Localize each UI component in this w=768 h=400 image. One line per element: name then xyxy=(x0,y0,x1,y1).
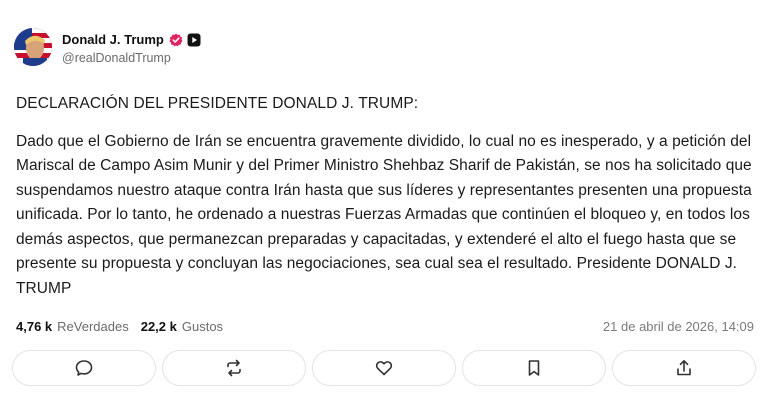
post-header: Donald J. Trump @realDonaldTrump xyxy=(14,26,201,68)
author-identity: Donald J. Trump @realDonaldTrump xyxy=(62,30,201,65)
heart-icon xyxy=(375,361,393,376)
post-body: Dado que el Gobierno de Irán se encuentr… xyxy=(16,132,752,297)
bookmark-button[interactable] xyxy=(462,350,606,386)
post-content: DECLARACIÓN DEL PRESIDENTE DONALD J. TRU… xyxy=(16,92,756,301)
retruth-button[interactable] xyxy=(162,350,306,386)
avatar-image xyxy=(14,28,52,66)
like-button[interactable] xyxy=(312,350,456,386)
share-button[interactable] xyxy=(612,350,756,386)
bookmark-icon xyxy=(528,360,540,376)
retruths-label[interactable]: ReVerdades xyxy=(57,319,129,334)
share-icon xyxy=(677,360,691,376)
author-display-name[interactable]: Donald J. Trump xyxy=(62,32,164,47)
reply-button[interactable] xyxy=(12,350,156,386)
post-timestamp[interactable]: 21 de abril de 2026, 14:09 xyxy=(603,319,754,334)
likes-label[interactable]: Gustos xyxy=(182,319,223,334)
author-handle[interactable]: @realDonaldTrump xyxy=(62,51,201,65)
platform-play-icon xyxy=(187,33,201,47)
avatar[interactable] xyxy=(14,28,52,66)
post-stats: 4,76 k ReVerdades 22,2 k Gustos 21 de ab… xyxy=(16,316,754,336)
post-title: DECLARACIÓN DEL PRESIDENTE DONALD J. TRU… xyxy=(16,95,419,112)
post-actions xyxy=(12,350,756,388)
reply-bubble-icon xyxy=(75,360,93,376)
author-name-row: Donald J. Trump xyxy=(62,30,201,50)
retruth-icon xyxy=(227,359,241,377)
verified-badge-icon xyxy=(169,33,183,47)
retruths-count[interactable]: 4,76 k xyxy=(16,319,52,334)
likes-count[interactable]: 22,2 k xyxy=(141,319,177,334)
